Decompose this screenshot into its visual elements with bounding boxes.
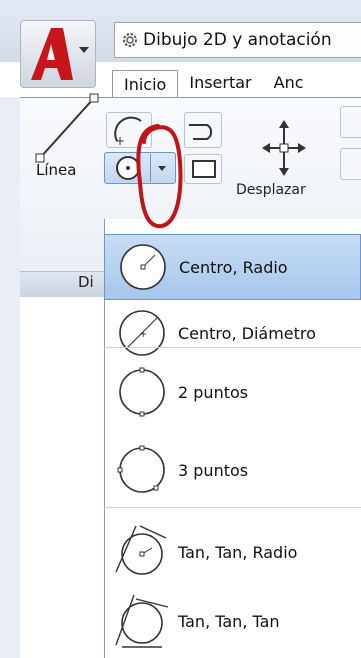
menu-item-label: 3 puntos [178, 460, 249, 480]
circle-center-radius-icon [120, 244, 166, 290]
drawing-area[interactable] [20, 297, 107, 658]
circle-3-points-icon [117, 445, 165, 493]
chevron-down-icon[interactable] [158, 166, 166, 171]
tab-inicio[interactable]: Inicio [112, 70, 179, 98]
menu-separator [104, 507, 361, 508]
menu-item-3-puntos[interactable]: 3 puntos [104, 437, 361, 503]
menu-item-label: Tan, Tan, Radio [178, 542, 298, 562]
svg-text:+: + [115, 134, 125, 147]
application-menu-button[interactable] [20, 20, 96, 88]
menu-item-tan-tan-radio[interactable]: Tan, Tan, Radio [104, 519, 361, 585]
menu-item-label: Centro, Diámetro [178, 323, 316, 343]
draw-panel-label: Di [78, 273, 94, 291]
menu-item-2-puntos[interactable]: 2 puntos [104, 359, 361, 425]
scale-tool-button[interactable] [340, 148, 361, 180]
menu-item-label: Tan, Tan, Tan [178, 611, 280, 631]
menu-item-label: 2 puntos [178, 382, 249, 402]
circle-tan-tan-tan-icon [115, 594, 169, 648]
move-tool-label: Desplazar [236, 182, 306, 198]
split-divider [150, 154, 151, 182]
chevron-down-icon [79, 47, 89, 53]
arc-icon: + [114, 116, 142, 148]
menu-item-centro-radio[interactable]: Centro, Radio [104, 234, 361, 300]
circle-tan-tan-radius-icon [115, 525, 167, 575]
polyline-icon [189, 124, 213, 140]
tab-insertar[interactable]: Insertar [178, 70, 262, 98]
circle-2-points-icon [119, 367, 165, 417]
circle-center-diameter-icon: + [119, 310, 165, 356]
rectangle-icon [192, 160, 216, 178]
move-arrows-icon[interactable] [260, 118, 308, 178]
menu-item-tan-tan-tan[interactable]: Tan, Tan, Tan [104, 588, 361, 654]
svg-text:+: + [139, 329, 147, 340]
copy-tool-button[interactable] [340, 106, 361, 138]
ribbon-tabs: Inicio Insertar Anc [112, 70, 315, 98]
menu-separator [104, 347, 361, 348]
line-tool-label: Línea [36, 161, 77, 179]
rectangle-tool-button[interactable] [184, 154, 222, 184]
menu-item-centro-diametro[interactable]: + Centro, Diámetro [104, 300, 361, 366]
gear-icon [123, 33, 137, 47]
autocad-logo-icon [31, 28, 73, 80]
workspace-selector[interactable]: Dibujo 2D y anotación [114, 22, 361, 58]
menu-item-label: Centro, Radio [179, 257, 288, 277]
tab-anotar[interactable]: Anc [263, 70, 315, 98]
circle-icon [116, 156, 140, 180]
arc-tool-button[interactable]: + [106, 112, 152, 148]
workspace-label: Dibujo 2D y anotación [143, 30, 332, 50]
ribbon-left-edge [0, 97, 20, 658]
polyline-tool-button[interactable] [184, 112, 222, 148]
